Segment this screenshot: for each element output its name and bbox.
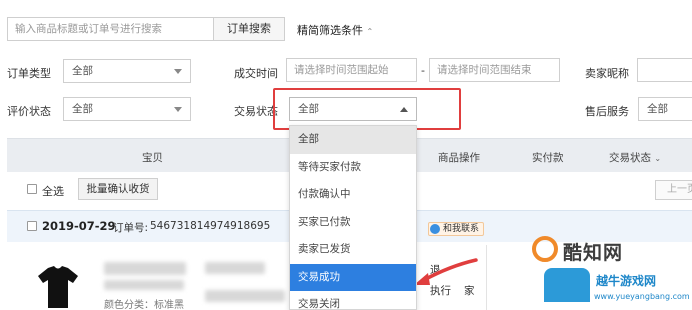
chat-icon [430, 224, 440, 234]
batch-confirm-button[interactable]: 批量确认收货 [78, 178, 158, 200]
order-date: 2019-07-29 [42, 219, 116, 233]
filter-toggle[interactable]: 精简筛选条件 ⌃ [297, 22, 373, 38]
seller-nick-label: 卖家昵称 [585, 67, 629, 80]
deal-time-start-input[interactable]: 请选择时间范围起始 [286, 58, 417, 82]
select-all-label: 全选 [42, 185, 64, 198]
chevron-down-icon [174, 69, 182, 74]
product-title-blurred[interactable] [104, 262, 186, 275]
prev-page-button[interactable]: 上一页 [655, 180, 692, 200]
header-item: 宝贝 [142, 152, 163, 164]
watermark-badge [544, 268, 590, 302]
header-trade-status-label: 交易状态 [609, 152, 651, 164]
chevron-down-icon [174, 107, 182, 112]
trade-status-label: 交易状态 [234, 105, 278, 118]
contact-label: 和我联系 [443, 224, 480, 234]
select-all-checkbox[interactable] [27, 184, 37, 194]
option-payment-confirming[interactable]: 付款确认中 [290, 181, 416, 209]
tshirt-icon [38, 266, 78, 308]
order-no-label: 订单号: [113, 222, 149, 234]
watermark-logo [532, 236, 558, 262]
deal-time-end-input[interactable]: 请选择时间范围结束 [429, 58, 560, 82]
watermark-url: www.yueyangbang.com [594, 292, 690, 301]
option-awaiting-payment[interactable]: 等待买家付款 [290, 154, 416, 182]
option-buyer-paid[interactable]: 买家已付款 [290, 209, 416, 237]
column-divider [486, 245, 487, 310]
order-checkbox[interactable] [27, 221, 37, 231]
after-sale-select[interactable]: 全部 [638, 97, 692, 121]
seller-nick-input[interactable] [637, 58, 692, 82]
watermark-brand: 酷知网 [563, 242, 624, 264]
after-sale-label: 售后服务 [585, 105, 629, 118]
header-item-ops: 商品操作 [438, 152, 480, 164]
chevron-down-icon: ⌄ [654, 154, 662, 163]
product-spec: 颜色分类：标准黑 [104, 300, 184, 310]
option-seller-shipped[interactable]: 卖家已发货 [290, 236, 416, 264]
order-no: 546731814974918695 [150, 220, 271, 232]
order-type-select[interactable]: 全部 [63, 59, 191, 83]
header-trade-status[interactable]: 交易状态 ⌄ [609, 150, 661, 165]
review-status-label: 评价状态 [7, 105, 51, 118]
trade-status-dropdown: 全部 等待买家付款 付款确认中 买家已付款 卖家已发货 交易成功 交易关闭 [289, 125, 417, 310]
watermark-site-cn: 越牛游戏网 [596, 274, 657, 288]
header-paid: 实付款 [532, 152, 564, 164]
filter-toggle-label: 精简筛选条件 [297, 24, 363, 37]
qty-blurred [205, 290, 285, 302]
pointer-arrow [414, 258, 478, 285]
deal-time-dash: - [421, 64, 425, 77]
order-type-value: 全部 [72, 65, 93, 77]
search-input[interactable]: 输入商品标题或订单号进行搜索 [7, 17, 214, 41]
highlight-box [273, 88, 461, 130]
review-status-value: 全部 [72, 103, 93, 115]
price-blurred [205, 262, 265, 274]
deal-time-label: 成交时间 [234, 67, 278, 80]
option-all[interactable]: 全部 [290, 126, 416, 154]
chevron-up-icon: ⌃ [366, 27, 374, 36]
after-sale-value: 全部 [647, 103, 668, 115]
order-type-label: 订单类型 [7, 67, 51, 80]
order-search-button[interactable]: 订单搜索 [213, 17, 285, 41]
option-trade-closed[interactable]: 交易关闭 [290, 291, 416, 309]
contact-seller-button[interactable]: 和我联系 [428, 222, 485, 236]
review-status-select[interactable]: 全部 [63, 97, 191, 121]
option-trade-success[interactable]: 交易成功 [290, 263, 416, 291]
product-subtitle-blurred [104, 280, 184, 290]
product-thumbnail[interactable] [34, 262, 82, 310]
